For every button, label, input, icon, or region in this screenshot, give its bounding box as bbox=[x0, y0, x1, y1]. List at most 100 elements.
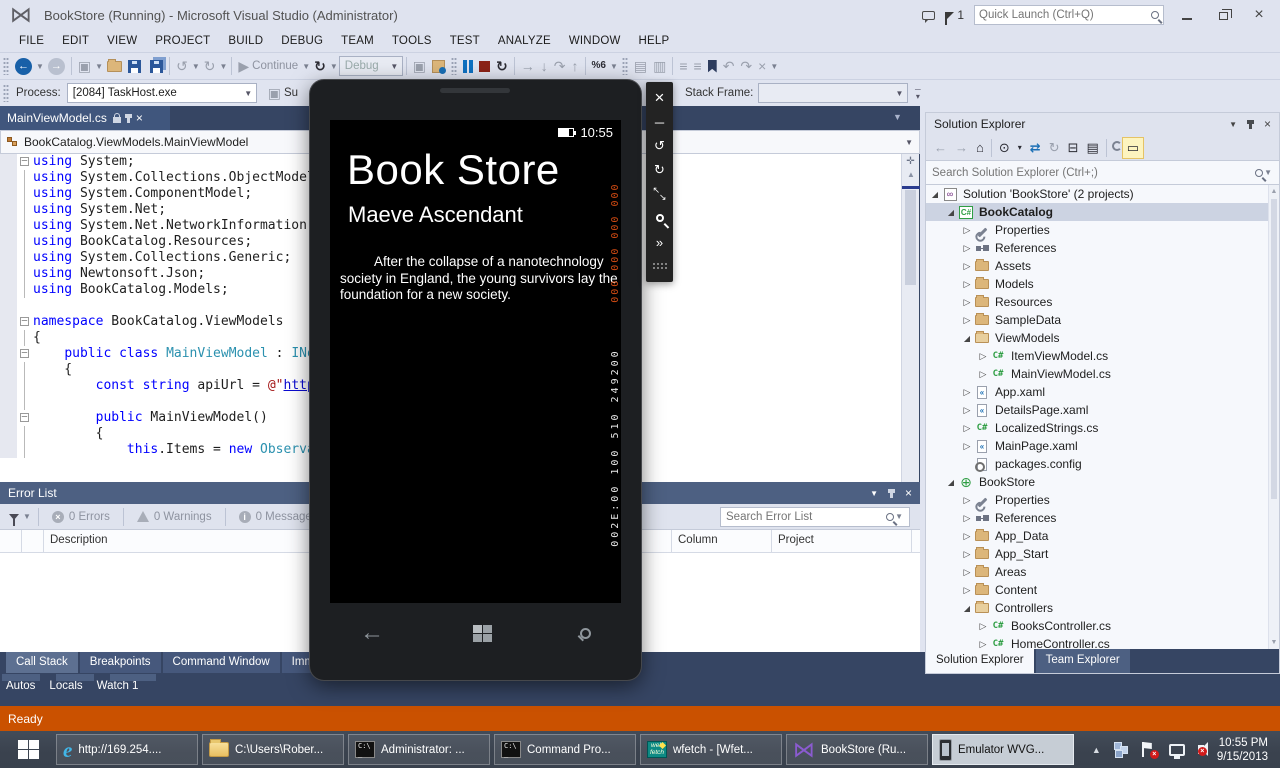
expander-icon[interactable]: ▷ bbox=[962, 531, 972, 542]
outlining-margin[interactable]: – bbox=[17, 346, 33, 362]
se-properties-icon[interactable] bbox=[1110, 141, 1122, 155]
breakpoint-margin[interactable] bbox=[0, 266, 17, 282]
start-button[interactable] bbox=[0, 731, 56, 768]
scrollbar-thumb[interactable] bbox=[1271, 199, 1277, 499]
expander-icon[interactable]: ▷ bbox=[962, 297, 972, 308]
menu-window[interactable]: WINDOW bbox=[560, 32, 630, 50]
expander-icon[interactable]: ▷ bbox=[962, 549, 972, 560]
column-header[interactable] bbox=[0, 530, 22, 552]
outlining-margin[interactable]: – bbox=[17, 314, 33, 330]
menu-team[interactable]: TEAM bbox=[332, 32, 383, 50]
save-all-icon[interactable] bbox=[144, 55, 166, 77]
feedback-icon[interactable] bbox=[922, 11, 935, 20]
show-next-statement-icon[interactable]: → bbox=[518, 55, 538, 77]
tree-item-models[interactable]: ▷Models bbox=[926, 275, 1279, 293]
document-list-chevron-icon[interactable]: ▼ bbox=[893, 112, 902, 122]
splitter-handle[interactable]: ✛ bbox=[904, 156, 917, 168]
breakpoint-margin[interactable] bbox=[0, 186, 17, 202]
breakpoint-margin[interactable] bbox=[0, 170, 17, 186]
chevron-down-icon[interactable]: ▼ bbox=[609, 62, 619, 71]
redo-icon[interactable]: ↻ bbox=[201, 55, 219, 77]
tree-item-assets[interactable]: ▷Assets bbox=[926, 257, 1279, 275]
expander-icon[interactable]: ▷ bbox=[962, 513, 972, 524]
tray-cubes-icon[interactable] bbox=[1114, 742, 1129, 758]
outlining-margin[interactable]: – bbox=[17, 410, 33, 426]
chevron-down-icon[interactable]: ▼ bbox=[905, 138, 913, 147]
tree-item-detailspage-xaml[interactable]: ▷«DetailsPage.xaml bbox=[926, 401, 1279, 419]
breakpoint-margin[interactable] bbox=[0, 394, 17, 410]
phone-screen[interactable]: 10:55 Book Store Maeve Ascendant After t… bbox=[330, 120, 621, 603]
outlining-margin[interactable]: – bbox=[17, 154, 33, 170]
collapse-box-icon[interactable]: – bbox=[20, 317, 29, 326]
menu-view[interactable]: VIEW bbox=[98, 32, 146, 50]
tree-item-references[interactable]: ▷References bbox=[926, 239, 1279, 257]
se-dd[interactable]: ▾ bbox=[1014, 141, 1026, 154]
menu-debug[interactable]: DEBUG bbox=[272, 32, 332, 50]
solution-explorer-search-box[interactable]: ▼ bbox=[926, 161, 1279, 185]
scrollbar-thumb[interactable] bbox=[905, 190, 916, 285]
expander-icon[interactable]: ▷ bbox=[978, 369, 988, 380]
process-combo[interactable]: [2084] TaskHost.exe ▼ bbox=[67, 83, 257, 103]
expander-icon[interactable]: ▷ bbox=[978, 351, 988, 362]
collapse-box-icon[interactable]: – bbox=[20, 157, 29, 166]
tree-item-solution-bookstore-2-projects-[interactable]: ◢∞Solution 'BookStore' (2 projects) bbox=[926, 185, 1279, 203]
pin-icon[interactable] bbox=[1249, 120, 1252, 129]
restart-debugging-icon[interactable]: ↻ bbox=[493, 55, 511, 77]
expander-icon[interactable]: ▷ bbox=[962, 441, 972, 452]
toolbar-grip[interactable] bbox=[3, 57, 9, 75]
quick-launch-box[interactable] bbox=[974, 5, 1164, 25]
menu-project[interactable]: PROJECT bbox=[146, 32, 219, 50]
menu-help[interactable]: HELP bbox=[630, 32, 679, 50]
expander-icon[interactable]: ▷ bbox=[962, 585, 972, 596]
breakpoint-margin[interactable] bbox=[0, 410, 17, 426]
breakpoint-margin[interactable] bbox=[0, 234, 17, 250]
outlining-margin[interactable] bbox=[17, 378, 33, 394]
emulator-zoom-icon[interactable] bbox=[646, 206, 673, 230]
menu-test[interactable]: TEST bbox=[441, 32, 489, 50]
outlining-margin[interactable] bbox=[17, 442, 33, 458]
outlining-margin[interactable] bbox=[17, 394, 33, 410]
tree-item-controllers[interactable]: ◢Controllers bbox=[926, 599, 1279, 617]
column-header-project[interactable]: Project bbox=[772, 530, 912, 552]
emulator-grip[interactable] bbox=[646, 254, 673, 278]
tray-show-hidden-icon[interactable]: ▲ bbox=[1092, 745, 1101, 755]
column-header[interactable] bbox=[22, 530, 44, 552]
expander-icon[interactable]: ▷ bbox=[962, 423, 972, 434]
emulator-close-icon[interactable]: × bbox=[646, 86, 673, 110]
chevron-down-icon[interactable]: ▼ bbox=[241, 89, 256, 98]
tree-item-properties[interactable]: ▷Properties bbox=[926, 221, 1279, 239]
menu-file[interactable]: FILE bbox=[10, 32, 53, 50]
navigate-forward-icon[interactable]: → bbox=[45, 55, 68, 77]
new-window-icon[interactable]: ▣ bbox=[75, 55, 94, 77]
phone-search-button[interactable] bbox=[580, 628, 591, 639]
outlining-margin[interactable] bbox=[17, 234, 33, 250]
collapse-box-icon[interactable]: – bbox=[20, 349, 29, 358]
outlining-margin[interactable] bbox=[17, 170, 33, 186]
tree-item-homecontroller-cs[interactable]: ▷C#HomeController.cs bbox=[926, 635, 1279, 649]
save-icon[interactable] bbox=[125, 55, 144, 77]
breakpoint-margin[interactable] bbox=[0, 442, 17, 458]
phone-start-button[interactable] bbox=[473, 625, 492, 642]
expander-icon[interactable]: ▷ bbox=[962, 279, 972, 290]
notifications-flag[interactable]: 1 bbox=[945, 8, 964, 22]
outlining-margin[interactable] bbox=[17, 250, 33, 266]
scroll-down-icon[interactable]: ▼ bbox=[1269, 639, 1279, 646]
break-all-icon[interactable] bbox=[460, 55, 476, 77]
se-forward-icon[interactable]: → bbox=[951, 138, 972, 157]
hex-display-icon[interactable]: %6 bbox=[589, 55, 609, 77]
tree-item-content[interactable]: ▷Content bbox=[926, 581, 1279, 599]
se-back-icon[interactable]: ← bbox=[930, 138, 951, 157]
phone-emulator-window[interactable]: 10:55 Book Store Maeve Ascendant After t… bbox=[310, 80, 641, 680]
close-icon[interactable]: × bbox=[905, 486, 912, 500]
volume-icon[interactable]: × bbox=[1198, 745, 1204, 754]
close-button[interactable]: × bbox=[1246, 6, 1272, 24]
suspend-button[interactable]: ▣ Su bbox=[265, 82, 301, 104]
taskbar-button-command-pro-[interactable]: C:\_Command Pro... bbox=[494, 734, 636, 765]
collapse-box-icon[interactable]: – bbox=[20, 413, 29, 422]
taskbar-button-wfetch-wfet-[interactable]: webfetchwfetch - [Wfet... bbox=[640, 734, 782, 765]
menu-build[interactable]: BUILD bbox=[219, 32, 272, 50]
expander-icon[interactable]: ◢ bbox=[962, 334, 972, 343]
emulator-rotate-left-icon[interactable]: ↺ bbox=[646, 134, 673, 158]
bookmark-icon[interactable] bbox=[705, 55, 720, 77]
expander-icon[interactable]: ▷ bbox=[978, 639, 988, 650]
